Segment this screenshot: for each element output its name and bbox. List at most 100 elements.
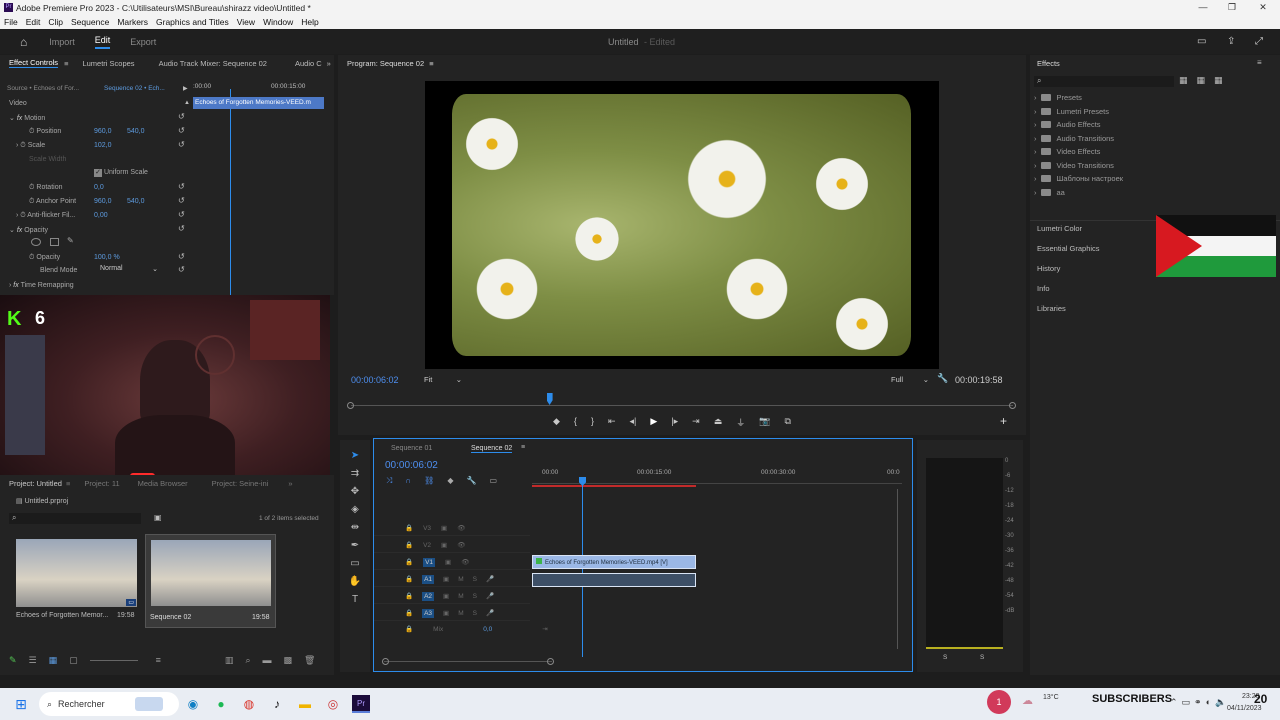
spotify-icon[interactable]: ● xyxy=(212,695,230,713)
edit-tab[interactable]: Edit xyxy=(94,35,111,49)
mic-icon[interactable]: 🎤 xyxy=(486,609,494,617)
zoom-slider[interactable] xyxy=(89,660,138,666)
effects-title[interactable]: Effects xyxy=(1037,59,1060,68)
yuv-filter-icon[interactable]: ▦ xyxy=(1214,75,1223,86)
home-icon[interactable]: ⌂ xyxy=(20,35,27,49)
video-frame[interactable] xyxy=(425,81,939,369)
track-v2[interactable]: 🔒 V2 ▣ 👁 xyxy=(374,538,530,553)
reset-icon[interactable]: ↺ xyxy=(178,252,185,261)
mix-end-icon[interactable]: ⇥ xyxy=(542,625,547,633)
ripple-edit-icon[interactable]: ✥ xyxy=(351,486,359,497)
automate-icon[interactable]: ▥ xyxy=(225,655,234,666)
hscroll-handle[interactable] xyxy=(547,658,554,665)
position-y-value[interactable]: 540,0 xyxy=(127,128,145,135)
tab-project-seine[interactable]: Project: Seine-ini xyxy=(212,479,269,488)
panel-menu-icon[interactable]: ≡ xyxy=(1257,58,1262,67)
mic-icon[interactable]: 🎤 xyxy=(486,592,494,600)
new-item-icon[interactable]: ▩ xyxy=(283,655,292,666)
lock-icon[interactable]: 🔒 xyxy=(405,592,413,600)
extract-icon[interactable]: ⏚ xyxy=(736,416,745,429)
tab-audio-mixer[interactable]: Audio Track Mixer: Sequence 02 xyxy=(159,59,267,68)
chevron-right-icon[interactable]: » xyxy=(288,479,292,488)
step-forward-icon[interactable]: |▸ xyxy=(671,416,678,429)
lock-icon[interactable]: 🔒 xyxy=(405,541,413,549)
selection-tool-icon[interactable]: ➤ xyxy=(351,450,359,461)
film-icon[interactable]: ▣ xyxy=(443,575,449,583)
track-v3[interactable]: 🔒 V3 ▣ 👁 xyxy=(374,521,530,536)
effects-item-presets[interactable]: › Presets xyxy=(1034,91,1274,105)
windows-start-icon[interactable]: ⊞ xyxy=(12,695,30,713)
time-ruler[interactable] xyxy=(532,478,902,484)
anchor-y-value[interactable]: 540,0 xyxy=(127,198,145,205)
slip-tool-icon[interactable]: ⇹ xyxy=(351,522,359,533)
sort-icon[interactable]: ≡ xyxy=(156,655,161,666)
checkbox-icon[interactable]: ✓ xyxy=(94,169,102,177)
layout-icon[interactable]: ▭ xyxy=(1197,36,1206,47)
anchor-x-value[interactable]: 960,0 xyxy=(94,198,112,205)
scrubber-start-handle[interactable] xyxy=(347,402,354,409)
program-playhead[interactable] xyxy=(546,393,553,405)
comparison-view-icon[interactable]: ⧉ xyxy=(784,416,790,429)
effects-item-audio-transitions[interactable]: › Audio Transitions xyxy=(1034,132,1274,146)
effects-item-video-effects[interactable]: › Video Effects xyxy=(1034,145,1274,159)
marker-icon[interactable]: ◆ xyxy=(553,416,560,429)
tiktok-icon[interactable]: ♪ xyxy=(268,695,286,713)
play-button[interactable]: ▶ xyxy=(650,416,657,429)
find-icon[interactable]: ⌕ xyxy=(245,655,250,666)
program-tab[interactable]: Program: Sequence 02 ≡ xyxy=(347,59,434,68)
project-item-2-card[interactable]: Sequence 02 19:58 xyxy=(145,534,276,628)
reset-icon[interactable]: ↺ xyxy=(178,210,185,219)
lock-icon[interactable]: 🔒 xyxy=(405,524,413,532)
fx-opacity-row[interactable]: ⌄ fx Opacity xyxy=(9,226,48,234)
video-clip[interactable]: Echoes of Forgotten Memories-VEED.mp4 [V… xyxy=(532,555,696,569)
go-to-in-icon[interactable]: ⇤ xyxy=(608,416,616,429)
rotation-value[interactable]: 0,0 xyxy=(94,184,104,191)
pen-tool-icon[interactable]: ✒ xyxy=(351,540,359,551)
menu-clip[interactable]: Clip xyxy=(44,17,67,27)
reset-icon[interactable]: ↺ xyxy=(178,265,185,274)
chevron-right-icon[interactable]: » xyxy=(327,59,331,68)
step-back-icon[interactable]: ◂| xyxy=(630,416,637,429)
reset-icon[interactable]: ↺ xyxy=(178,140,185,149)
solo-left[interactable]: S xyxy=(943,654,947,661)
minimize-button[interactable]: — xyxy=(1188,0,1218,15)
sequence-label[interactable]: Sequence 02 • Ech... xyxy=(104,85,165,92)
lock-icon[interactable]: 🔒 xyxy=(405,558,413,566)
project-search[interactable]: ⌕ xyxy=(9,513,141,524)
icon-view-icon[interactable]: ▦ xyxy=(49,655,58,666)
track-select-icon[interactable]: ⇉ xyxy=(351,468,359,479)
hand-tool-icon[interactable]: ✋ xyxy=(349,576,361,587)
scrubber-end-handle[interactable] xyxy=(1009,402,1016,409)
menu-graphics[interactable]: Graphics and Titles xyxy=(152,17,233,27)
effects-item-lumetri-presets[interactable]: › Lumetri Presets xyxy=(1034,105,1274,119)
accelerated-filter-icon[interactable]: ▦ xyxy=(1179,75,1188,86)
reset-icon[interactable]: ↺ xyxy=(178,112,185,121)
film-icon[interactable]: ▣ xyxy=(443,592,449,600)
new-bin-footer-icon[interactable]: ▬ xyxy=(262,655,271,666)
menu-sequence[interactable]: Sequence xyxy=(67,17,113,27)
pencil-icon[interactable]: ✎ xyxy=(9,655,17,666)
rect-mask-icon[interactable] xyxy=(50,238,59,246)
lock-icon[interactable]: 🔒 xyxy=(405,575,413,583)
timeline-hscroll[interactable] xyxy=(384,661,552,662)
panel-menu-icon[interactable]: ≡ xyxy=(66,479,70,488)
uniform-scale-row[interactable]: ✓ Uniform Scale xyxy=(94,169,148,177)
film-icon[interactable]: ▣ xyxy=(443,609,449,617)
track-a3[interactable]: 🔒 A3 ▣ M S 🎤 xyxy=(374,606,530,621)
timeline-timecode[interactable]: 00:00:06:02 xyxy=(385,460,438,471)
mark-in-icon[interactable]: { xyxy=(574,416,577,429)
settings-wrench-icon[interactable]: 🔧 xyxy=(466,476,476,486)
linked-selection-icon[interactable]: ⛓ xyxy=(424,476,434,486)
tab-effect-controls[interactable]: Effect Controls xyxy=(9,58,59,68)
premiere-taskbar-icon[interactable]: Pr xyxy=(352,695,370,713)
tab-sequence-01[interactable]: Sequence 01 xyxy=(391,445,432,452)
type-tool-icon[interactable]: T xyxy=(352,594,358,605)
notification-badge[interactable]: 1 xyxy=(987,690,1011,714)
panel-menu-icon[interactable]: ≡ xyxy=(64,59,68,68)
position-x-value[interactable]: 960,0 xyxy=(94,128,112,135)
rectangle-tool-icon[interactable]: ▭ xyxy=(350,558,359,569)
panel-menu-icon[interactable]: ≡ xyxy=(521,444,525,451)
nest-icon[interactable]: ⤨ xyxy=(386,476,392,486)
tab-project-11[interactable]: Project: 11 xyxy=(84,479,119,488)
timeline-vscroll[interactable] xyxy=(897,489,898,649)
